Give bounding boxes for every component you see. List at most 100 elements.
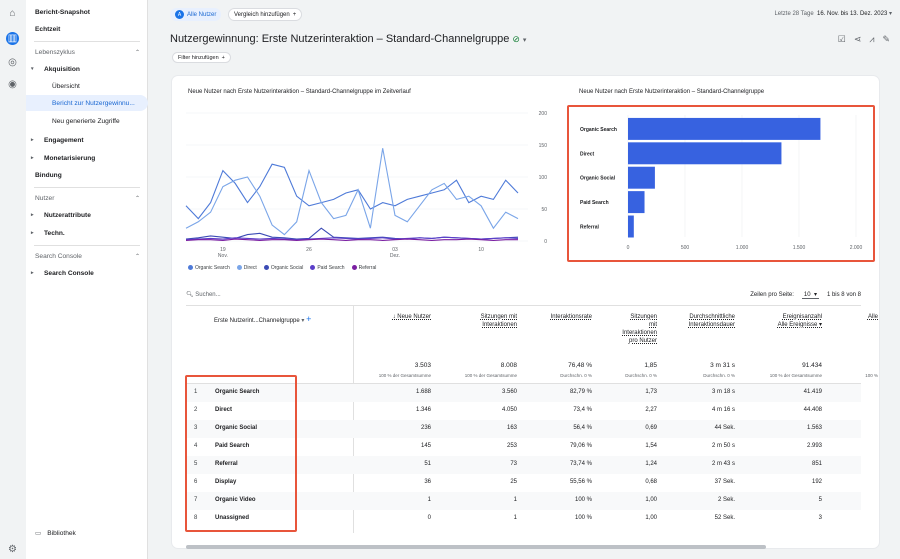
horizontal-scrollbar[interactable]	[186, 545, 766, 549]
metric-cell: 4.050	[501, 407, 517, 413]
metric-header-label: pro Nutzer	[628, 338, 657, 344]
nav-engagement[interactable]: ▸ Engagement	[26, 132, 148, 148]
x-tick-month-label: Nov.	[218, 253, 228, 259]
home-icon[interactable]: ⌂	[6, 7, 19, 20]
table-search[interactable]: 🔍︎ Suchen...	[186, 291, 221, 298]
metric-cell: 41.419	[803, 389, 822, 395]
nav-search-console[interactable]: ▸ Search Console	[26, 265, 148, 281]
pagination-range: 1 bis 8 von 8	[826, 292, 861, 298]
icon-rail: ⌂ ▥ ◎ ◉ ⚙	[0, 0, 26, 559]
metric-cell: 3.560	[501, 389, 517, 395]
add-comparison-button[interactable]: Vergleich hinzufügen +	[228, 8, 303, 21]
metric-header[interactable]: Durchschnittliche Interaktionsdauer	[689, 313, 735, 329]
legend-swatch	[351, 265, 357, 271]
legend-item[interactable]: Organic Search	[188, 265, 230, 271]
nav-monetization[interactable]: ▸ Monetarisierung	[26, 150, 148, 166]
nav-section-lifecycle[interactable]: Lebenszyklus ⌃	[26, 44, 148, 60]
search-input[interactable]: Suchen...	[195, 292, 220, 298]
metric-header[interactable]: Alle	[868, 313, 878, 321]
nav-tech[interactable]: ▸ Techn.	[26, 225, 148, 241]
metric-cell: 2.993	[806, 443, 822, 449]
nav-acquisition[interactable]: ▾ Akquisition	[26, 61, 148, 77]
metric-cell: 1,24	[645, 461, 657, 467]
reports-icon[interactable]: ▥	[6, 32, 19, 45]
insights-icon[interactable]: ⩘	[869, 34, 874, 45]
nav-label: Monetarisierung	[44, 154, 96, 162]
explore-icon[interactable]: ◎	[6, 56, 19, 69]
share-icon[interactable]: ⋖	[854, 34, 862, 45]
legend-item[interactable]: Referral	[351, 265, 376, 271]
series-line	[185, 163, 519, 220]
nav-new-traffic[interactable]: Neu generierte Zugriffe	[26, 113, 148, 129]
edit-icon[interactable]: ✎	[882, 34, 890, 45]
add-dimension-icon[interactable]: +	[306, 314, 311, 324]
metric-cell: 5	[818, 497, 822, 503]
nav-snapshot[interactable]: Bericht-Snapshot	[26, 4, 148, 20]
date-range-picker[interactable]: Letzte 28 Tage 16. Nov. bis 13. Dez. 202…	[774, 10, 892, 17]
chevron-up-icon: ⌃	[134, 253, 140, 260]
dimension-header[interactable]: Erste Nutzerint...Channelgruppe ▾ +	[214, 315, 311, 325]
metric-header[interactable]: Interaktionsrate	[551, 313, 592, 321]
nav-overview[interactable]: Übersicht	[26, 78, 148, 94]
rows-per-page-select[interactable]: 10 ▾	[801, 291, 819, 299]
metric-header[interactable]: Ereignisanzahl Alle Ereignisse ▾	[778, 313, 822, 329]
nav-realtime[interactable]: Echtzeit	[26, 21, 148, 37]
metric-header[interactable]: ↓ Neue Nutzer	[393, 313, 431, 321]
legend-item[interactable]: Organic Social	[263, 265, 303, 271]
x-tick-label: 26	[306, 247, 312, 253]
check-circle-icon[interactable]: ⊘	[512, 34, 520, 44]
nav-section-label: Lebenszyklus	[35, 48, 75, 56]
caret-down-icon: ▾	[888, 11, 892, 17]
total-subtext: Durchschn. 0 %	[560, 373, 592, 378]
metric-header-label: Ereignisanzahl	[782, 314, 822, 320]
metric-cell: 851	[811, 461, 822, 467]
metric-cell: 1,00	[645, 497, 657, 503]
metric-header[interactable]: Sitzungen mit Interaktionen	[481, 313, 517, 329]
metric-header-label: Sitzungen mit	[480, 314, 517, 320]
nav-section-users[interactable]: Nutzer ⌃	[26, 190, 148, 206]
audience-chip[interactable]: A Alle Nutzer	[170, 8, 222, 21]
folder-icon: ▭	[35, 530, 42, 537]
metric-cell: 73,4 %	[573, 407, 592, 413]
nav-user-attributes[interactable]: ▸ Nutzerattribute	[26, 207, 148, 223]
advertising-icon[interactable]: ◉	[6, 78, 19, 91]
metric-cell: 36	[424, 479, 431, 485]
total-value: 91.434	[802, 362, 822, 369]
metric-header-label: Interaktionsdauer	[688, 322, 735, 328]
metric-cell: 2,27	[645, 407, 657, 413]
caret-right-icon: ▸	[31, 212, 34, 218]
add-filter-button[interactable]: Filter hinzufügen +	[172, 52, 231, 63]
nav-library[interactable]: ▭ Bibliothek	[26, 525, 148, 541]
search-icon: 🔍︎	[186, 292, 194, 298]
caret-down-icon: ▾	[301, 318, 305, 324]
nav-divider	[34, 41, 140, 42]
metric-cell: 37 Sek.	[714, 479, 735, 485]
metric-cell: 44 Sek.	[714, 425, 735, 431]
legend-item[interactable]: Paid Search	[310, 265, 345, 271]
total-subtext: Durchschn. 0 %	[703, 373, 735, 378]
metric-cell: 73,74 %	[569, 461, 592, 467]
caret-right-icon: ▸	[31, 230, 34, 236]
x-tick-month-label: Dez.	[390, 253, 400, 259]
legend-swatch	[236, 265, 242, 271]
metric-cell: 0,69	[645, 425, 657, 431]
metric-header[interactable]: Sitzungen mit Interaktionen pro Nutzer	[622, 313, 657, 345]
metric-cell: 253	[506, 443, 517, 449]
caret-down-icon[interactable]: ▾	[523, 37, 527, 44]
nav-retention[interactable]: Bindung	[26, 167, 148, 183]
highlight-box	[185, 375, 297, 532]
dimension-header-label: Erste Nutzerint...Channelgruppe	[214, 318, 300, 324]
nav-section-search-console[interactable]: Search Console ⌃	[26, 248, 148, 264]
metric-cell: 1	[427, 497, 431, 503]
report-card: Neue Nutzer nach Erste Nutzerinteraktion…	[172, 76, 879, 549]
total-subtext: 100 %	[865, 373, 878, 378]
nav-user-acquisition[interactable]: Bericht zur Nutzergewinnu...	[26, 95, 148, 111]
nav-label: Bibliothek	[47, 529, 76, 537]
metric-cell: 0	[427, 515, 431, 521]
audience-label: Alle Nutzer	[187, 11, 217, 18]
legend-item[interactable]: Direct	[236, 265, 257, 271]
customize-report-icon[interactable]: ☑	[838, 34, 846, 45]
metric-cell: 52 Sek.	[714, 515, 735, 521]
table-pager: Zeilen pro Seite: 10 ▾ 1 bis 8 von 8	[750, 291, 861, 299]
settings-icon[interactable]: ⚙	[6, 543, 19, 556]
